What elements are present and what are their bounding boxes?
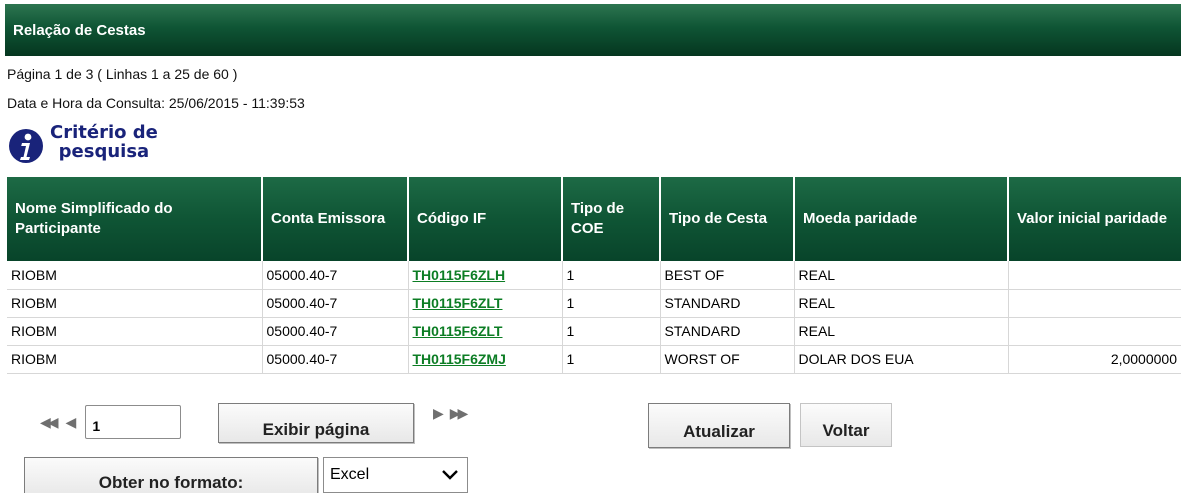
cell-participant: RIOBM <box>7 289 263 318</box>
cell-account: 05000.40-7 <box>262 317 409 346</box>
table-row: RIOBM 05000.40-7 TH0115F6ZLT 1 STANDARD … <box>7 317 1181 346</box>
cell-currency: REAL <box>794 289 1009 318</box>
left-arrow-icon[interactable]: ◀ <box>66 414 77 431</box>
cell-currency: REAL <box>794 261 1009 290</box>
if-code-link[interactable]: TH0115F6ZLT <box>413 323 503 339</box>
info-icon <box>9 129 43 163</box>
pager-next-controls: ▶▶▶ <box>433 405 468 422</box>
search-criteria-link[interactable]: Critério de pesquisa <box>8 123 158 167</box>
double-left-arrow-icon[interactable]: ◀◀ <box>40 414 58 431</box>
cell-coe-type: 1 <box>562 317 661 346</box>
show-page-button[interactable]: Exibir página <box>218 403 414 443</box>
cell-if-code: TH0115F6ZMJ <box>408 345 563 374</box>
cell-initial-value <box>1008 261 1181 290</box>
page-title-bar: Relação de Cestas <box>5 4 1181 56</box>
cell-account: 05000.40-7 <box>262 289 409 318</box>
cell-currency: DOLAR DOS EUA <box>794 345 1009 374</box>
criteria-label-line2: pesquisa <box>58 141 150 162</box>
cell-account: 05000.40-7 <box>262 261 409 290</box>
cell-account: 05000.40-7 <box>262 345 409 374</box>
cell-if-code: TH0115F6ZLT <box>408 289 563 318</box>
cell-initial-value <box>1008 317 1181 346</box>
pagination-summary: Página 1 de 3 ( Linhas 1 a 25 de 60 ) <box>7 66 238 82</box>
export-format-button[interactable]: Obter no formato: <box>24 457 318 493</box>
table-header-row: Nome Simplificado do Participante Conta … <box>7 177 1181 261</box>
cell-coe-type: 1 <box>562 261 661 290</box>
right-arrow-icon[interactable]: ▶ <box>433 405 450 421</box>
cell-currency: REAL <box>794 317 1009 346</box>
cell-participant: RIOBM <box>7 317 263 346</box>
cell-basket-type: STANDARD <box>660 289 795 318</box>
table-row: RIOBM 05000.40-7 TH0115F6ZLT 1 STANDARD … <box>7 289 1181 318</box>
page-title: Relação de Cestas <box>13 22 146 39</box>
column-header: Tipo de COE <box>562 177 661 261</box>
cell-if-code: TH0115F6ZLT <box>408 317 563 346</box>
cell-coe-type: 1 <box>562 345 661 374</box>
cell-basket-type: BEST OF <box>660 261 795 290</box>
table-row: RIOBM 05000.40-7 TH0115F6ZMJ 1 WORST OF … <box>7 345 1181 374</box>
chevron-down-icon <box>442 470 458 480</box>
format-select[interactable]: Excel <box>323 457 468 493</box>
double-right-arrow-icon[interactable]: ▶▶ <box>450 405 468 421</box>
column-header: Nome Simplificado do Participante <box>7 177 263 261</box>
baskets-table: Nome Simplificado do Participante Conta … <box>7 177 1181 374</box>
table-row: RIOBM 05000.40-7 TH0115F6ZLH 1 BEST OF R… <box>7 261 1181 290</box>
column-header: Moeda paridade <box>794 177 1009 261</box>
criteria-label-line1: Critério de <box>50 122 158 143</box>
refresh-button[interactable]: Atualizar <box>648 403 790 448</box>
column-header: Tipo de Cesta <box>660 177 795 261</box>
cell-participant: RIOBM <box>7 261 263 290</box>
if-code-link[interactable]: TH0115F6ZLH <box>413 267 506 283</box>
cell-coe-type: 1 <box>562 289 661 318</box>
pager: ◀◀ ◀ <box>40 402 182 442</box>
cell-initial-value: 2,0000000 <box>1008 345 1181 374</box>
column-header: Código IF <box>408 177 563 261</box>
cell-participant: RIOBM <box>7 345 263 374</box>
query-timestamp: Data e Hora da Consulta: 25/06/2015 - 11… <box>7 95 305 111</box>
cell-if-code: TH0115F6ZLH <box>408 261 563 290</box>
if-code-link[interactable]: TH0115F6ZMJ <box>413 351 506 367</box>
column-header: Conta Emissora <box>262 177 409 261</box>
if-code-link[interactable]: TH0115F6ZLT <box>413 295 503 311</box>
cell-initial-value <box>1008 289 1181 318</box>
format-select-value: Excel <box>330 466 370 483</box>
page-number-input[interactable] <box>85 405 182 439</box>
column-header: Valor inicial paridade <box>1008 177 1181 261</box>
cell-basket-type: WORST OF <box>660 345 795 374</box>
back-button[interactable]: Voltar <box>800 403 892 447</box>
cell-basket-type: STANDARD <box>660 317 795 346</box>
search-criteria-label: Critério de pesquisa <box>50 123 158 161</box>
